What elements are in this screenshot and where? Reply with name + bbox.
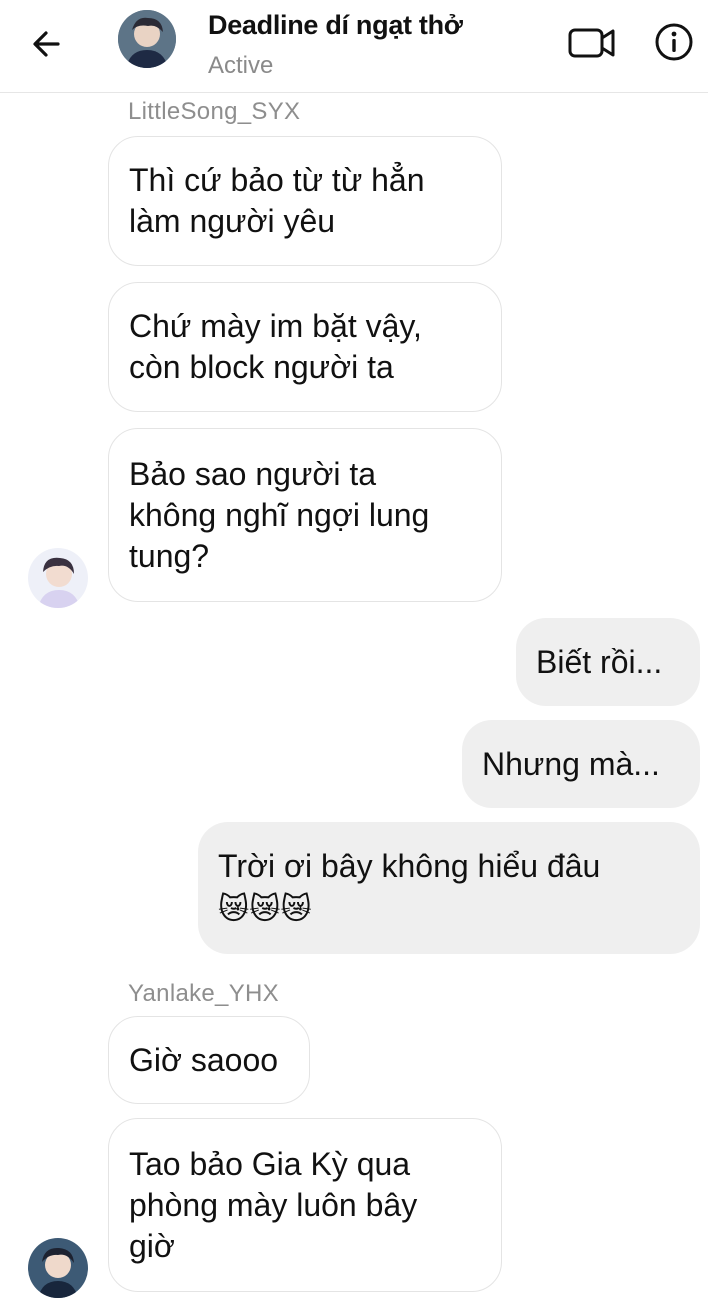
video-call-button[interactable]	[566, 22, 618, 62]
message-text: Biết rồi...	[536, 643, 663, 680]
group-avatar[interactable]	[118, 10, 176, 68]
message-text: Tao bảo Gia Kỳ qua phòng mày luôn bây gi…	[129, 1145, 418, 1264]
chat-title[interactable]: Deadline dí ngạt thở	[208, 10, 463, 41]
incoming-message[interactable]: Giờ saooo	[108, 1016, 310, 1104]
outgoing-message[interactable]: Trời ơi bây không hiểu đâu 😿😿😿	[198, 822, 700, 954]
message-text: Giờ saooo	[129, 1041, 279, 1078]
message-text: Nhưng mà...	[482, 745, 660, 782]
message-text: Chứ mày im bặt vậy, còn block người ta	[129, 308, 422, 385]
sender-avatar[interactable]	[28, 548, 88, 608]
back-arrow-icon	[33, 31, 60, 57]
incoming-message[interactable]: Tao bảo Gia Kỳ qua phòng mày luôn bây gi…	[108, 1118, 502, 1292]
incoming-message[interactable]: Chứ mày im bặt vậy, còn block người ta	[108, 282, 502, 412]
active-status: Active	[208, 52, 274, 79]
outgoing-message[interactable]: Nhưng mà...	[462, 720, 700, 808]
outgoing-message[interactable]: Biết rồi...	[516, 618, 700, 706]
video-call-icon	[568, 28, 615, 58]
message-line: Trời ơi bây không hiểu đâu	[218, 848, 601, 884]
incoming-message[interactable]: Thì cứ bảo từ từ hẳn làm người yêu	[108, 136, 502, 266]
crying-cat-emoji: 😿😿😿	[218, 893, 312, 926]
message-text: Thì cứ bảo từ từ hẳn làm người yêu	[129, 162, 425, 239]
sender-name: LittleSong_SYX	[128, 98, 301, 125]
back-button[interactable]	[26, 22, 70, 66]
incoming-message[interactable]: Bảo sao người ta không nghĩ ngợi lung tu…	[108, 428, 502, 602]
chat-header: Deadline dí ngạt thở Active	[0, 0, 708, 93]
message-text: Bảo sao người ta không nghĩ ngợi lung tu…	[129, 455, 430, 574]
sender-avatar[interactable]	[28, 1238, 88, 1298]
message-text: Trời ơi bây không hiểu đâu 😿😿😿	[218, 805, 600, 971]
info-icon	[655, 23, 693, 61]
sender-name: Yanlake_YHX	[128, 980, 279, 1007]
info-button[interactable]	[652, 20, 696, 64]
